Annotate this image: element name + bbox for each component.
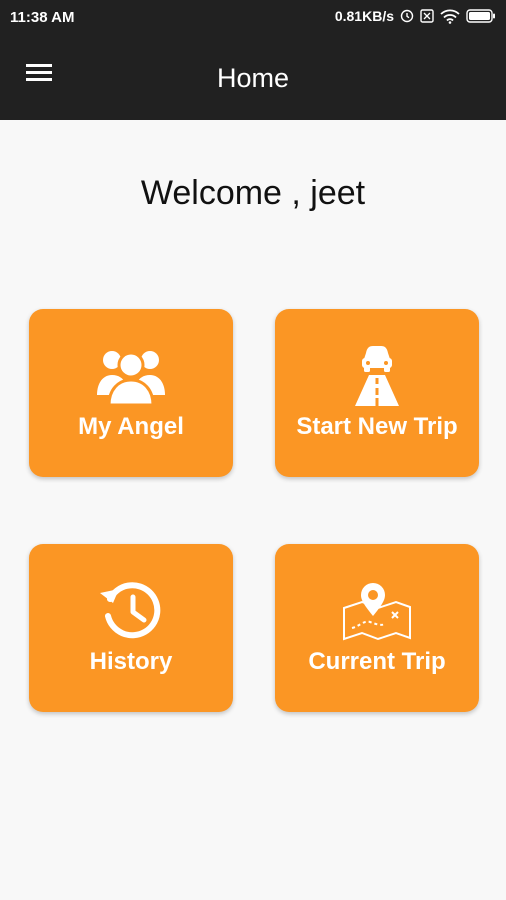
tile-label: My Angel [78, 413, 184, 440]
tile-label: Current Trip [308, 648, 446, 675]
sim-icon [420, 9, 434, 23]
status-indicators: 0.81KB/s [335, 8, 496, 24]
battery-icon [466, 9, 496, 23]
page-title: Home [216, 63, 290, 93]
tile-label: Start New Trip [296, 413, 458, 440]
status-bar: 11:38 AM 0.81KB/s [0, 0, 506, 36]
history-tile[interactable]: History [29, 544, 233, 712]
welcome-text: Welcome , jeet [140, 174, 366, 212]
tile-label: History [89, 648, 173, 675]
my-angel-tile[interactable]: My Angel [29, 309, 233, 477]
history-clock-icon [29, 578, 233, 642]
start-new-trip-tile[interactable]: Start New Trip [275, 309, 479, 477]
current-trip-tile[interactable]: Current Trip [275, 544, 479, 712]
alarm-icon [400, 9, 414, 23]
car-road-icon [275, 343, 479, 407]
app-bar: Home [0, 36, 506, 120]
status-time: 11:38 AM [10, 9, 75, 26]
wifi-icon [440, 9, 460, 24]
map-pin-route-icon [275, 578, 479, 642]
group-people-icon [29, 343, 233, 407]
network-speed: 0.81KB/s [334, 8, 394, 24]
